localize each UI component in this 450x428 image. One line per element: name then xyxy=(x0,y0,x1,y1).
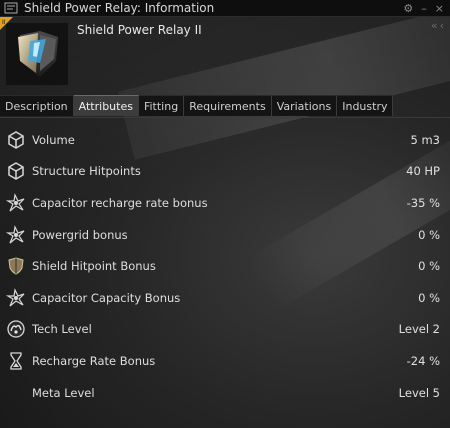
attribute-label: Capacitor Capacity Bonus xyxy=(32,290,181,305)
capacitor-icon xyxy=(6,287,25,307)
tab-bar: Description Attributes Fitting Requireme… xyxy=(0,95,450,118)
tab-description[interactable]: Description xyxy=(0,95,74,116)
attribute-label: Tech Level xyxy=(32,322,92,337)
attribute-row[interactable]: Meta Level Level 5 xyxy=(0,377,450,409)
attribute-value: -35 % xyxy=(406,195,440,210)
info-window-icon xyxy=(4,2,18,14)
attribute-row[interactable]: Tech Level Level 2 xyxy=(0,314,450,346)
hourglass-icon xyxy=(10,352,22,370)
info-window: Shield Power Relay: Information ⚙ – × II… xyxy=(0,0,450,428)
attribute-value: Level 2 xyxy=(398,322,440,337)
history-arrows[interactable]: «‹ xyxy=(431,19,446,32)
attribute-label: Meta Level xyxy=(32,385,95,400)
attribute-row[interactable]: Capacitor recharge rate bonus -35 % xyxy=(0,187,450,219)
attribute-value: 0 % xyxy=(418,290,440,305)
attribute-value: -24 % xyxy=(406,353,440,368)
attribute-value: Level 5 xyxy=(398,385,440,400)
attribute-label: Recharge Rate Bonus xyxy=(32,353,156,368)
attribute-row[interactable]: Shield Hitpoint Bonus 0 % xyxy=(0,250,450,282)
cube-icon xyxy=(8,130,24,149)
item-header: II Shield Power Relay II «‹ xyxy=(0,17,450,93)
close-icon[interactable]: × xyxy=(435,2,444,15)
attribute-value: 40 HP xyxy=(406,164,440,179)
attribute-row[interactable]: Capacitor Capacity Bonus 0 % xyxy=(0,282,450,314)
window-title: Shield Power Relay: Information xyxy=(24,1,215,15)
tech-badge-icon: II xyxy=(0,17,13,30)
attribute-row[interactable]: Powergrid bonus 0 % xyxy=(0,219,450,251)
tech-level-icon xyxy=(7,320,25,339)
attribute-row[interactable]: Structure Hitpoints 40 HP xyxy=(0,156,450,188)
capacitor-icon xyxy=(6,193,25,212)
attribute-label: Structure Hitpoints xyxy=(32,164,141,179)
shield-power-relay-icon[interactable] xyxy=(6,23,68,85)
settings-icon[interactable]: ⚙ xyxy=(403,2,413,15)
shield-icon xyxy=(8,257,24,275)
attribute-row[interactable]: Volume 5 m3 xyxy=(0,124,450,156)
attribute-value: 5 m3 xyxy=(410,132,441,147)
tab-industry[interactable]: Industry xyxy=(337,95,394,116)
attribute-row[interactable]: Recharge Rate Bonus -24 % xyxy=(0,345,450,377)
attribute-list: Volume 5 m3 Structure Hitpoints 40 HP Ca… xyxy=(0,124,450,408)
cube-icon xyxy=(8,162,24,181)
tab-fitting[interactable]: Fitting xyxy=(138,95,185,116)
tab-variations[interactable]: Variations xyxy=(271,95,338,116)
attribute-label: Capacitor recharge rate bonus xyxy=(32,195,208,210)
attribute-label: Shield Hitpoint Bonus xyxy=(32,259,156,274)
minimize-icon[interactable]: – xyxy=(421,2,427,15)
tab-attributes[interactable]: Attributes xyxy=(73,95,139,116)
svg-text:II: II xyxy=(2,19,6,26)
title-bar[interactable]: Shield Power Relay: Information ⚙ – × xyxy=(0,0,450,17)
attribute-label: Volume xyxy=(32,132,75,147)
tab-requirements[interactable]: Requirements xyxy=(184,95,272,116)
capacitor-icon xyxy=(6,224,25,244)
item-name: Shield Power Relay II xyxy=(77,23,202,37)
attribute-value: 0 % xyxy=(418,259,440,274)
attribute-label: Powergrid bonus xyxy=(32,227,128,242)
attribute-value: 0 % xyxy=(418,227,440,242)
